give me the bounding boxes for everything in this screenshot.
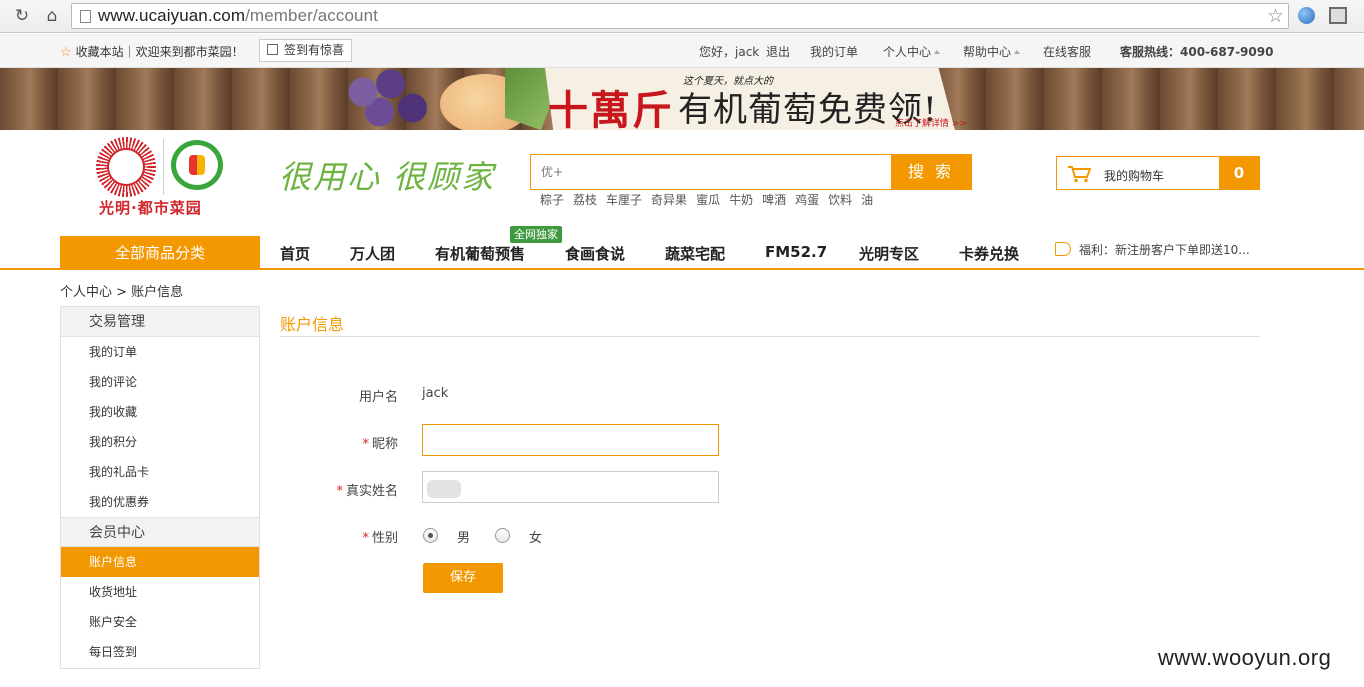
hot-word[interactable]: 油 [861, 193, 873, 207]
url-host: www.ucaiyuan.com [98, 6, 246, 25]
caret-up-icon [1014, 50, 1021, 54]
nickname-label: * 昵称 [362, 437, 398, 452]
gender-label: * 性别 [362, 531, 398, 546]
hot-word[interactable]: 啤酒 [762, 193, 786, 207]
url-path: /member/account [245, 6, 378, 25]
cart-button[interactable]: 我的购物车 0 [1056, 156, 1260, 190]
member-sidebar: 交易管理 我的订单 我的评论 我的收藏 我的积分 我的礼品卡 我的优惠券 会员中… [60, 306, 260, 669]
cart-icon [1068, 166, 1091, 183]
sidebar-item-points[interactable]: 我的积分 [61, 427, 259, 457]
logo-divider [163, 139, 164, 195]
sidebar-group-trade: 交易管理 [61, 307, 259, 337]
promo-banner[interactable]: 十萬斤 这个夏天，就点大的 有机葡萄免费领! 点击了解详情 >> [0, 68, 1364, 130]
hot-word[interactable]: 车厘子 [606, 193, 642, 207]
hotline: 客服热线：400-687-9090 [1120, 45, 1274, 59]
page-icon [80, 10, 91, 23]
nav-coupon-exchange[interactable]: 卡券兑换 [959, 243, 1019, 264]
sidebar-item-checkin[interactable]: 每日签到 [61, 637, 259, 667]
nav-fm[interactable]: FM52.7 [765, 243, 827, 261]
hot-words: 粽子 荔枝 车厘子 奇异果 蜜瓜 牛奶 啤酒 鸡蛋 饮料油 [540, 191, 882, 208]
online-service-link[interactable]: 在线客服 [1043, 43, 1091, 60]
banner-headline-big: 十萬斤 [548, 87, 674, 130]
nav-guangming[interactable]: 光明专区 [859, 243, 919, 264]
personal-center-label: 个人中心 [883, 45, 932, 59]
seal-center [107, 148, 145, 186]
cart-label: 我的购物车 [1104, 169, 1165, 183]
nickname-input[interactable] [422, 424, 719, 456]
notice-text: 福利：新注册客户下单即送10... [1079, 243, 1250, 257]
caret-up-icon [934, 50, 941, 54]
hot-word[interactable]: 荔枝 [573, 193, 597, 207]
gender-male-label: 男 [457, 531, 471, 546]
browser-toolbar: ↻ ⌂ www.ucaiyuan.com/member/account ☆ [0, 0, 1364, 33]
sidebar-item-orders[interactable]: 我的订单 [61, 337, 259, 367]
hot-word[interactable]: 鸡蛋 [795, 193, 819, 207]
save-button[interactable]: 保存 [423, 563, 503, 593]
help-center-label: 帮助中心 [963, 45, 1012, 59]
greeting: 您好，jack [699, 45, 760, 59]
gender-female-radio[interactable] [495, 528, 510, 543]
hot-word[interactable]: 牛奶 [729, 193, 753, 207]
site-logo[interactable]: 光明·都市菜园 [96, 137, 226, 217]
notice-ticker[interactable]: 福利：新注册客户下单即送10... [1055, 241, 1250, 258]
nav-group-buy[interactable]: 万人团 [350, 243, 395, 264]
nav-home[interactable]: 首页 [280, 243, 310, 264]
reload-icon[interactable]: ↻ [12, 6, 32, 26]
sidebar-item-favorites[interactable]: 我的收藏 [61, 397, 259, 427]
hot-word[interactable]: 奇异果 [651, 193, 687, 207]
signin-button[interactable]: 签到有惊喜 [259, 39, 353, 62]
search-box: 搜 索 [530, 154, 972, 190]
slogan: 很用心 很顾家 [279, 158, 496, 196]
exclusive-badge: 全网独家 [510, 226, 562, 243]
banner-more-link[interactable]: 点击了解详情 >> [895, 116, 967, 129]
gender-female-label: 女 [529, 531, 543, 546]
logo-text: 光明·都市菜园 [99, 199, 202, 217]
signin-label: 签到有惊喜 [284, 43, 345, 57]
hot-word[interactable]: 饮料 [828, 193, 852, 207]
sidebar-item-coupons[interactable]: 我的优惠券 [61, 487, 259, 517]
search-input[interactable] [531, 155, 892, 189]
nav-veg-delivery[interactable]: 蔬菜宅配 [665, 243, 725, 264]
sidebar-item-account[interactable]: 账户信息 [61, 547, 259, 577]
my-orders-link[interactable]: 我的订单 [810, 43, 858, 60]
cart-count: 0 [1219, 157, 1259, 189]
all-categories-button[interactable]: 全部商品分类 [60, 236, 260, 270]
star-icon: ☆ [60, 45, 72, 60]
realname-label: * 真实姓名 [336, 484, 398, 499]
address-bar[interactable]: www.ucaiyuan.com/member/account ☆ [71, 3, 1289, 29]
logout-link[interactable]: 退出 [766, 43, 790, 60]
sidebar-item-gift-cards[interactable]: 我的礼品卡 [61, 457, 259, 487]
bookmark-star-icon[interactable]: ☆ [1267, 5, 1284, 27]
watermark: www.wooyun.org [1158, 645, 1332, 670]
favorite-link[interactable]: 收藏本站｜欢迎来到都市菜园！ [76, 45, 244, 59]
page-title: 账户信息 [280, 315, 345, 334]
username-value: jack [422, 386, 449, 401]
speaker-icon [1055, 242, 1071, 256]
extension-icon[interactable] [1329, 7, 1347, 24]
nav-food-talk[interactable]: 食画食说 [565, 243, 625, 264]
globe-icon[interactable] [1298, 7, 1315, 24]
hot-word[interactable]: 蜜瓜 [696, 193, 720, 207]
nav-grape-presale[interactable]: 有机葡萄预售 [435, 243, 525, 264]
redacted-value [427, 480, 461, 498]
username-label: 用户名 [358, 390, 398, 405]
breadcrumb: 个人中心 > 账户信息 [60, 285, 184, 300]
sidebar-group-member: 会员中心 [61, 517, 259, 547]
site-topbar: ☆ 收藏本站｜欢迎来到都市菜园！ 签到有惊喜 您好，jack 退出 我的订单 个人… [0, 34, 1364, 68]
home-icon[interactable]: ⌂ [42, 6, 62, 26]
chat-bubble-icon [171, 140, 223, 190]
sidebar-item-address[interactable]: 收货地址 [61, 577, 259, 607]
grapes-image [330, 68, 440, 130]
edit-icon [267, 44, 278, 55]
realname-input[interactable] [422, 471, 719, 503]
gender-male-radio[interactable] [423, 528, 438, 543]
help-center-menu[interactable]: 帮助中心 [963, 43, 1021, 60]
search-button[interactable]: 搜 索 [891, 155, 971, 189]
sidebar-item-security[interactable]: 账户安全 [61, 607, 259, 637]
sidebar-item-reviews[interactable]: 我的评论 [61, 367, 259, 397]
hot-word[interactable]: 粽子 [540, 193, 564, 207]
personal-center-menu[interactable]: 个人中心 [883, 43, 941, 60]
title-divider [280, 336, 1260, 337]
